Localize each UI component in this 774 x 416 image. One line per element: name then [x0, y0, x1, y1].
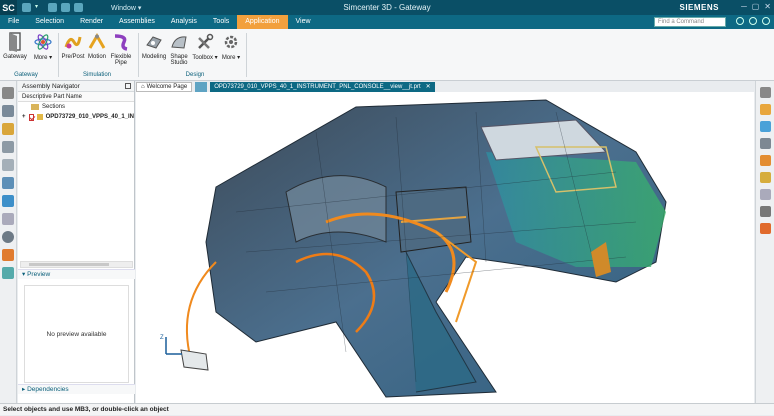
assembly-navigator-panel: Assembly Navigator Descriptive Part Name…	[18, 81, 135, 403]
navigator-horizontal-scrollbar[interactable]	[20, 261, 133, 268]
close-icon[interactable]: ✕	[764, 2, 771, 11]
select-icon[interactable]	[759, 87, 771, 98]
toolbox-button[interactable]: Toolbox ▾	[192, 32, 218, 61]
title-bar: SC ▾ Window ▾ Simcenter 3D - Gateway SIE…	[0, 0, 774, 15]
atom-icon	[34, 32, 52, 52]
shape-studio-button[interactable]: Shape Studio	[166, 32, 192, 66]
document-tabs: ⌂ Welcome Page OPD73729_010_VPPS_40_1_IN…	[136, 82, 774, 92]
quick-access-toolbar: ▾	[22, 3, 83, 12]
graphics-viewport[interactable]: Z	[136, 92, 754, 403]
expand-icon[interactable]: +	[22, 112, 26, 122]
status-bar: Select objects and use MB3, or double-cl…	[0, 403, 774, 415]
shape-studio-icon	[170, 32, 188, 52]
layout-icon[interactable]	[759, 138, 771, 149]
visibility-checkbox[interactable]	[28, 113, 34, 121]
more-gear-icon	[222, 32, 240, 52]
visibility-icon[interactable]	[759, 206, 771, 217]
orient-view-icon[interactable]	[759, 104, 771, 115]
instrument-panel-model: Z	[160, 99, 667, 398]
motion-button[interactable]: Motion	[84, 32, 110, 60]
tab-part-file[interactable]: OPD73729_010_VPPS_40_1_INSTRUMENT_PNL_CO…	[210, 82, 435, 92]
copy-icon[interactable]	[74, 3, 83, 12]
navigator-title: Assembly Navigator	[18, 81, 134, 92]
window-controls: ─ ▢ ✕	[741, 2, 771, 11]
menu-view[interactable]: View	[288, 15, 319, 29]
history-icon[interactable]	[2, 159, 14, 171]
group-simulation: Simulation	[82, 72, 111, 78]
minimize-icon[interactable]: ─	[741, 2, 747, 11]
prepost-icon	[64, 32, 82, 52]
column-header-part-name[interactable]: Descriptive Part Name	[18, 92, 134, 102]
preview-area: No preview available	[24, 285, 129, 383]
panel-close-icon[interactable]	[125, 83, 131, 89]
tab-welcome-page[interactable]: ⌂ Welcome Page	[136, 82, 193, 92]
simulation-navigator-icon[interactable]	[2, 267, 14, 279]
home-icon: ⌂	[141, 84, 145, 90]
section-view-icon[interactable]	[759, 172, 771, 183]
door-icon	[6, 32, 24, 52]
brand-logo: SIEMENS	[679, 3, 719, 12]
hide-show-icon[interactable]	[759, 189, 771, 200]
menu-render[interactable]: Render	[72, 15, 111, 29]
maximize-icon[interactable]: ▢	[752, 2, 760, 11]
group-design: Design	[185, 72, 205, 78]
right-toolbar	[755, 81, 774, 403]
redo-icon[interactable]	[61, 3, 70, 12]
constraint-icon[interactable]	[2, 141, 14, 153]
grid-icon[interactable]	[195, 82, 208, 92]
menu-application[interactable]: Application	[237, 15, 288, 29]
menu-tools[interactable]: Tools	[205, 15, 237, 29]
menu-assemblies[interactable]: Assemblies	[111, 15, 163, 29]
more-applications-button[interactable]: More ▾	[30, 32, 56, 61]
web-browser-icon[interactable]	[2, 195, 14, 207]
prepost-button[interactable]: Pre/Post	[60, 32, 86, 60]
toolbox-icon	[196, 32, 214, 52]
more-design-button[interactable]: More ▾	[218, 32, 244, 61]
snap-view-icon[interactable]	[759, 223, 771, 234]
dependencies-panel-header[interactable]: ▸ Dependencies	[18, 384, 135, 394]
group-gateway: Gateway	[14, 72, 38, 78]
save-icon[interactable]	[22, 3, 31, 12]
gateway-button[interactable]: Gateway	[2, 32, 28, 60]
motion-icon	[88, 32, 106, 52]
window-menu[interactable]: Window ▾	[111, 4, 141, 12]
menu-selection[interactable]: Selection	[27, 15, 72, 29]
ribbon-separator	[138, 33, 139, 77]
flexible-pipe-button[interactable]: Flexible Pipe	[108, 32, 134, 66]
svg-text:Z: Z	[160, 335, 164, 341]
left-resource-bar	[0, 81, 17, 403]
ribbon-separator	[246, 33, 247, 77]
render-style-icon[interactable]	[759, 155, 771, 166]
menu-file[interactable]: File	[0, 15, 27, 29]
fit-icon[interactable]	[759, 121, 771, 132]
help-icon[interactable]	[749, 17, 757, 25]
assembly-navigator-icon[interactable]	[2, 123, 14, 135]
tree-row-sections[interactable]: Sections	[18, 102, 134, 112]
menubar-icons	[736, 17, 770, 25]
modeling-button[interactable]: Modeling	[141, 32, 167, 60]
measure-icon[interactable]	[2, 213, 14, 225]
pipe-icon	[112, 32, 130, 52]
settings-icon[interactable]	[736, 17, 744, 25]
tree-row-root-part[interactable]: + OPD73729_010_VPPS_40_1_IN	[18, 112, 134, 122]
app-logo: SC	[0, 0, 17, 15]
chevron-down-icon[interactable]: ▾	[35, 3, 44, 12]
ribbon: Gateway More ▾ Gateway Pre/Post Motion F…	[0, 29, 774, 81]
assembly-icon	[37, 114, 43, 120]
close-tab-icon[interactable]: ✕	[426, 82, 431, 92]
close-document-icon[interactable]	[762, 17, 770, 25]
roles-icon[interactable]	[2, 249, 14, 261]
ribbon-separator	[58, 33, 59, 77]
settings-icon[interactable]	[2, 87, 14, 99]
command-search-input[interactable]: Find a Command	[654, 17, 726, 27]
scrollbar-thumb[interactable]	[29, 263, 109, 266]
modeling-icon	[145, 32, 163, 52]
preview-panel-header[interactable]: ▾ Preview	[18, 269, 135, 279]
undo-icon[interactable]	[48, 3, 57, 12]
sphere-icon[interactable]	[2, 177, 14, 189]
clock-icon[interactable]	[2, 231, 14, 243]
menu-analysis[interactable]: Analysis	[163, 15, 205, 29]
folder-icon	[31, 104, 39, 110]
parts-icon[interactable]	[2, 105, 14, 117]
